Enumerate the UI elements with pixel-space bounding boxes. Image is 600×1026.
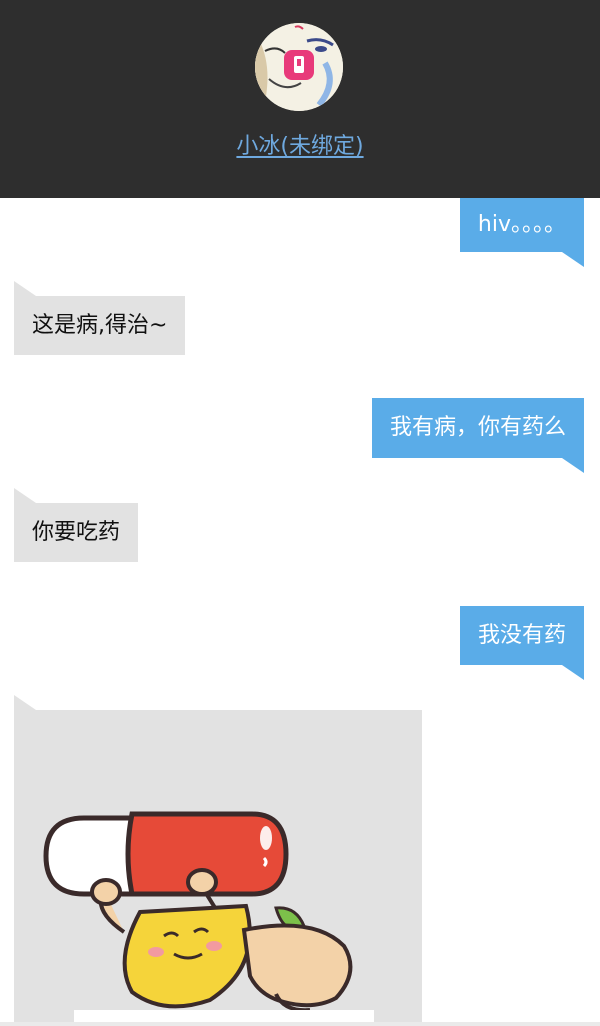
bottom-divider xyxy=(0,1022,600,1026)
pill-carrying-character-sticker xyxy=(43,811,374,1026)
sticker-bubble-tail xyxy=(14,695,36,710)
chat-message-list[interactable]: hiv。。。。 这是病,得治~ 我有病，你有药么 你要吃药 我没有药 xyxy=(0,198,600,1026)
xiaoice-avatar-icon xyxy=(255,23,343,111)
outgoing-message[interactable]: 我没有药 xyxy=(459,606,585,680)
sticker-message[interactable] xyxy=(14,710,422,1026)
incoming-message[interactable]: 这是病,得治~ xyxy=(14,281,186,355)
chat-header: 小冰(未绑定) xyxy=(0,0,600,198)
contact-name-link[interactable]: 小冰(未绑定) xyxy=(0,128,600,160)
outgoing-message[interactable]: hiv。。。。 xyxy=(459,198,585,267)
outgoing-message[interactable]: 我有病，你有药么 xyxy=(371,398,585,473)
incoming-message[interactable]: 你要吃药 xyxy=(14,488,139,562)
chat-page: 小冰(未绑定) hiv。。。。 这是病,得治~ 我有病，你有药么 你要吃药 我没… xyxy=(0,0,600,1026)
avatar[interactable] xyxy=(255,23,343,111)
